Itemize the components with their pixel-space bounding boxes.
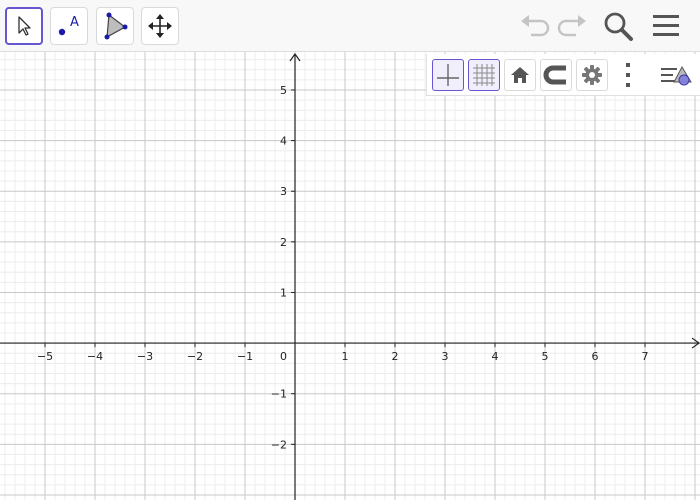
x-tick-label: −4	[87, 350, 103, 363]
more-button[interactable]	[612, 59, 644, 91]
home-icon	[510, 65, 530, 85]
x-tick-label: 3	[442, 350, 449, 363]
axes-icon	[436, 63, 460, 87]
y-tick-label: 3	[280, 185, 287, 198]
cursor-arrow-icon	[14, 15, 34, 37]
coordinate-plane[interactable]: −5 −4 −3 −2 −1 1 2 3 4 5 6 7 −2 −1 1 2 3 4 5 0	[0, 52, 700, 500]
graphics-style-bar	[426, 54, 700, 96]
toggle-style-bar-button[interactable]	[659, 59, 695, 91]
point-capturing-button[interactable]	[540, 59, 572, 91]
y-tick-label: 4	[280, 135, 287, 148]
polygon-tool-button[interactable]	[96, 7, 134, 45]
style-bar-toggle-icon	[660, 63, 694, 87]
magnet-icon	[543, 64, 569, 86]
move-arrows-icon	[147, 13, 173, 39]
polygon-icon	[100, 11, 130, 41]
x-tick-label: −2	[187, 350, 203, 363]
move-tool-button[interactable]	[5, 7, 43, 45]
y-tick-label: 1	[280, 286, 287, 299]
standard-view-button[interactable]	[504, 59, 536, 91]
x-tick-label: 7	[642, 350, 649, 363]
search-icon[interactable]	[601, 10, 635, 42]
x-tick-label: −5	[37, 350, 53, 363]
point-tool-label: A	[70, 15, 79, 30]
y-tick-label: −1	[271, 388, 287, 401]
point-tool-button[interactable]: A	[50, 7, 88, 45]
menu-icon[interactable]	[650, 12, 682, 40]
settings-button[interactable]	[576, 59, 608, 91]
point-icon: A	[54, 11, 84, 41]
graphics-view[interactable]: −5 −4 −3 −2 −1 1 2 3 4 5 6 7 −2 −1 1 2 3 4 5 0	[0, 52, 700, 500]
redo-icon[interactable]	[555, 12, 589, 40]
y-tick-label: 2	[280, 236, 287, 249]
x-tick-label: 2	[392, 350, 399, 363]
x-tick-label: 5	[542, 350, 549, 363]
x-tick-label: −1	[237, 350, 253, 363]
x-tick-label: 1	[342, 350, 349, 363]
show-grid-button[interactable]	[468, 59, 500, 91]
grid-icon	[472, 63, 496, 87]
x-tick-label: 4	[492, 350, 499, 363]
undo-icon[interactable]	[518, 12, 552, 40]
origin-label: 0	[280, 350, 287, 363]
show-axes-button[interactable]	[432, 59, 464, 91]
y-tick-label: 5	[280, 84, 287, 97]
more-vertical-icon	[623, 62, 633, 88]
x-tick-label: 6	[592, 350, 599, 363]
main-toolbar: A	[0, 0, 700, 52]
move-graphics-view-button[interactable]	[141, 7, 179, 45]
y-tick-label: −2	[271, 438, 287, 451]
x-tick-label: −3	[137, 350, 153, 363]
gear-icon	[581, 64, 603, 86]
